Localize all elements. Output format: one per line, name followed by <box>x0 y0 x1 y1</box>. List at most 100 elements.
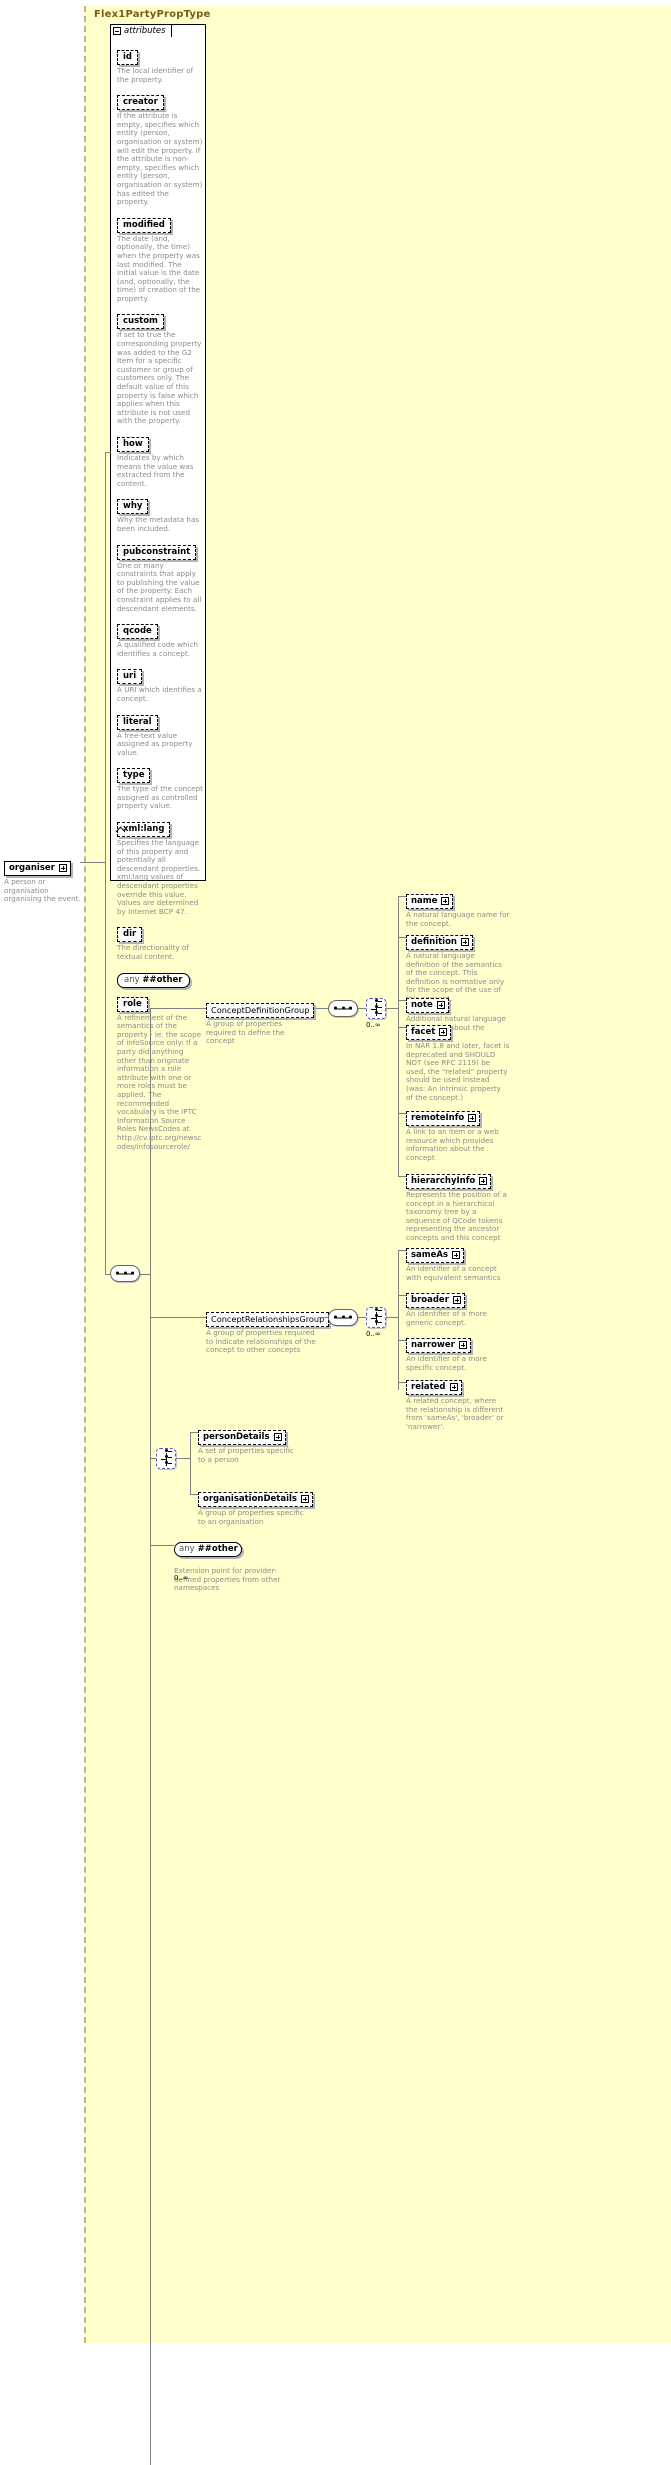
element-name[interactable]: name A natural language name for the con… <box>406 888 510 928</box>
attribute-item-literal[interactable]: literal A free-text value assigned as pr… <box>117 709 203 758</box>
element-label: organiser <box>9 863 55 873</box>
collapse-minus-icon[interactable] <box>113 27 121 35</box>
expand-plus-icon[interactable] <box>441 897 450 905</box>
any-keyword: any <box>179 1544 195 1554</box>
sequence-compositor-concept-relationships[interactable] <box>328 1309 358 1326</box>
attribute-name[interactable]: creator <box>117 95 164 111</box>
attribute-name[interactable]: dir <box>117 927 143 943</box>
expand-plus-icon[interactable] <box>458 1341 467 1349</box>
element-box[interactable]: name <box>406 894 454 909</box>
expand-plus-icon[interactable] <box>460 938 469 946</box>
expand-plus-icon[interactable] <box>452 1296 461 1304</box>
attribute-name[interactable]: why <box>117 499 149 515</box>
attribute-name[interactable]: custom <box>117 314 164 330</box>
connector <box>318 1317 328 1318</box>
attributes-tab-label: attributes <box>124 26 166 36</box>
attribute-name[interactable]: role <box>117 996 148 1012</box>
choice-compositor-concept-relationships[interactable] <box>366 1307 386 1328</box>
occurrence-indicator: 0..∞ <box>174 1574 189 1582</box>
connector <box>176 1458 190 1459</box>
sequence-compositor-concept-definition[interactable] <box>328 1000 358 1017</box>
element-description: Represents the position of a concept in … <box>406 1190 507 1242</box>
any-namespace: ##other <box>197 1544 238 1554</box>
attribute-name[interactable]: qcode <box>117 624 158 640</box>
attribute-name[interactable]: how <box>117 437 149 452</box>
attribute-description: The directionality of textual content. <box>117 943 189 961</box>
element-box[interactable]: organisationDetails <box>198 1492 313 1507</box>
any-wildcard-box[interactable]: any ##other <box>174 1542 242 1557</box>
attribute-name[interactable]: uri <box>117 669 143 685</box>
element-narrower[interactable]: narrower An identifier of a more specifi… <box>406 1332 510 1372</box>
element-box[interactable]: personDetails <box>198 1430 286 1445</box>
element-box[interactable]: sameAs <box>406 1248 465 1263</box>
attribute-name[interactable]: type <box>117 768 151 784</box>
attribute-description: The type of the concept assigned as cont… <box>117 784 203 811</box>
attribute-item-uri[interactable]: uri A URI which identifies a concept. <box>117 663 203 703</box>
attribute-name[interactable]: id <box>117 50 138 65</box>
attribute-name[interactable]: modified <box>117 217 171 233</box>
expand-plus-icon[interactable] <box>468 1114 477 1122</box>
element-remoteinfo[interactable]: remoteInfo A link to an item or a web re… <box>406 1105 510 1162</box>
connector <box>398 1113 406 1114</box>
element-broader[interactable]: broader An identifier of a more generic … <box>406 1287 510 1327</box>
attribute-item-xml-lang[interactable]: xml:lang Specifies the language of this … <box>117 816 203 916</box>
element-related[interactable]: related A related concept, where the rel… <box>406 1374 510 1431</box>
element-box[interactable]: definition <box>406 935 473 950</box>
attribute-item-id[interactable]: id The local identifier of the property. <box>117 44 203 84</box>
attribute-description: If the attribute is empty, specifies whi… <box>117 111 203 207</box>
attribute-item-any-other[interactable]: any ##other <box>117 967 203 989</box>
attribute-description: Specifies the language of this property … <box>117 838 201 916</box>
element-facet[interactable]: facet In NAR 1.8 and later, facet is dep… <box>406 1019 510 1102</box>
attribute-item-dir[interactable]: dir The directionality of textual conten… <box>117 921 203 961</box>
choice-compositor-concept-definition[interactable] <box>366 998 386 1019</box>
connector <box>80 862 105 863</box>
expand-plus-icon[interactable] <box>273 1433 282 1441</box>
attribute-item-qcode[interactable]: qcode A qualified code which identifies … <box>117 618 203 658</box>
sequence-compositor-main[interactable] <box>110 1265 140 1282</box>
expand-plus-icon[interactable] <box>58 864 67 872</box>
expand-plus-icon[interactable] <box>301 1495 309 1503</box>
attribute-item-role[interactable]: role A refinement of the semantics of th… <box>117 991 203 1152</box>
element-sameas[interactable]: sameAs An identifier of a concept with e… <box>406 1242 510 1282</box>
element-hierarchyinfo[interactable]: hierarchyInfo Represents the position of… <box>406 1168 510 1243</box>
attribute-item-how[interactable]: how Indicates by which means the value w… <box>117 431 203 488</box>
connector <box>190 1432 191 1494</box>
connector <box>398 1382 406 1383</box>
expand-plus-icon[interactable] <box>452 1251 461 1259</box>
element-box[interactable]: remoteInfo <box>406 1111 481 1126</box>
expand-plus-icon[interactable] <box>479 1177 488 1185</box>
group-box[interactable]: ConceptDefinitionGroup <box>206 1003 315 1018</box>
attribute-item-why[interactable]: why Why the metadata has been included. <box>117 493 203 533</box>
expand-plus-icon[interactable] <box>436 1001 445 1009</box>
attribute-item-type[interactable]: type The type of the concept assigned as… <box>117 762 203 811</box>
expand-plus-icon[interactable] <box>449 1383 458 1391</box>
attribute-item-modified[interactable]: modified The date (and, optionally, the … <box>117 212 203 304</box>
element-box[interactable]: hierarchyInfo <box>406 1174 492 1189</box>
group-concept-relationships[interactable]: ConceptRelationshipsGroup A group of pro… <box>206 1307 330 1355</box>
choice-compositor-details[interactable] <box>156 1448 176 1469</box>
any-extension-point[interactable]: any ##other 0..∞ Extension point for pro… <box>174 1536 294 1593</box>
element-box[interactable]: related <box>406 1380 462 1395</box>
attribute-name[interactable]: xml:lang <box>117 822 171 838</box>
attribute-name[interactable]: literal <box>117 714 158 730</box>
group-box[interactable]: ConceptRelationshipsGroup <box>206 1312 330 1327</box>
connector <box>105 452 111 453</box>
attribute-name[interactable]: pubconstraint <box>117 544 197 560</box>
element-box[interactable]: organiser <box>4 861 71 876</box>
element-box[interactable]: facet <box>406 1025 452 1040</box>
connector <box>398 1027 406 1028</box>
root-element-organiser[interactable]: organiser A person or organisation organ… <box>4 855 81 904</box>
element-box[interactable]: note <box>406 998 449 1013</box>
element-box[interactable]: narrower <box>406 1338 471 1353</box>
element-persondetails[interactable]: personDetails A set of properties specif… <box>198 1424 298 1464</box>
connector <box>105 862 106 1274</box>
connector <box>358 1008 366 1009</box>
any-wildcard-box[interactable]: any ##other <box>117 972 190 988</box>
attribute-item-custom[interactable]: custom If set to true the corresponding … <box>117 308 203 426</box>
group-concept-definition[interactable]: ConceptDefinitionGroup A group of proper… <box>206 998 318 1046</box>
element-box[interactable]: broader <box>406 1293 465 1308</box>
attribute-item-creator[interactable]: creator If the attribute is empty, speci… <box>117 89 203 207</box>
expand-plus-icon[interactable] <box>439 1028 448 1036</box>
element-organisationdetails[interactable]: organisationDetails A group of propertie… <box>198 1486 313 1526</box>
attribute-item-pubconstraint[interactable]: pubconstraint One or many constraints th… <box>117 539 203 614</box>
